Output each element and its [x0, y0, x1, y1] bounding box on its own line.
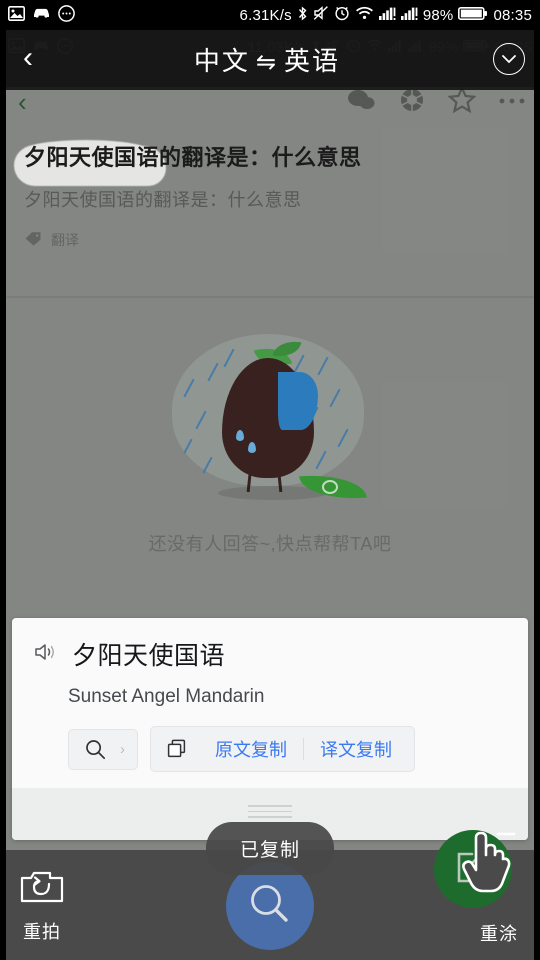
left-bezel: [0, 0, 6, 960]
empty-state-message: 还没有人回答~,快点帮帮TA吧: [148, 534, 392, 554]
divider: [0, 296, 540, 298]
translated-text: Sunset Angel Mandarin: [68, 686, 265, 707]
repaint-label-wrap[interactable]: 重涂: [480, 920, 518, 946]
card-action-row: › 原文复制 译文复制: [68, 726, 506, 772]
back-button[interactable]: ‹: [0, 43, 56, 75]
translate-header: ‹ 中文 ⇋ 英语: [0, 28, 540, 90]
translation-card: 夕阳天使国语 Sunset Angel Mandarin › 原文复制 译文复制: [12, 618, 528, 840]
phone-screen: 11.03K/s: [0, 0, 540, 960]
battery-icon: [458, 6, 488, 25]
wifi-icon: [355, 6, 374, 24]
toast-message: 已复制: [205, 822, 335, 875]
chevron-down-icon[interactable]: [493, 43, 525, 75]
copy-button-group: 原文复制 译文复制: [150, 726, 415, 772]
alarm-icon: [334, 5, 350, 25]
chat-bubble-icon: [58, 4, 75, 26]
repaint-label: 重涂: [480, 924, 518, 944]
right-bezel: [534, 0, 540, 960]
system-status-bar: 6.31K/s 98% 08:35: [0, 0, 540, 30]
pointing-hand-cursor: [458, 825, 516, 902]
article-subtitle: 夕阳天使国语的翻译是：什么意思: [24, 190, 302, 210]
bluetooth-icon: [297, 5, 308, 26]
article-tag-row[interactable]: 翻译: [24, 230, 540, 250]
star-icon[interactable]: [447, 84, 477, 119]
language-pair-title[interactable]: 中文 ⇋ 英语: [56, 41, 478, 78]
clock: 08:35: [493, 6, 532, 24]
source-text: 夕阳天使国语: [72, 642, 226, 670]
image-icon: [8, 5, 25, 25]
page-title: 夕阳天使国语的翻译是：什么意思: [24, 145, 362, 170]
empty-state: 还没有人回答~,快点帮帮TA吧: [0, 326, 540, 556]
source-language-label[interactable]: 中文: [194, 46, 250, 76]
copy-translation-button[interactable]: 译文复制: [304, 736, 408, 762]
tag-label: 翻译: [51, 232, 79, 248]
chevron-right-icon: ›: [120, 740, 125, 758]
sad-egg-in-rain-illustration: [160, 326, 380, 516]
retake-button[interactable]: 重拍: [20, 869, 64, 944]
signal-1-icon: [378, 6, 396, 24]
battery-percent: 98%: [422, 6, 454, 24]
search-icon: [247, 881, 293, 932]
more-icon[interactable]: [498, 93, 526, 111]
article-block: 夕阳天使国语的翻译是：什么意思 夕阳天使国语的翻译是：什么意思 翻译: [0, 126, 540, 298]
comment-icon[interactable]: [346, 87, 376, 118]
camera-retake-icon: [20, 869, 64, 910]
car-icon: [32, 6, 51, 24]
copy-source-button[interactable]: 原文复制: [199, 736, 303, 762]
target-language-label[interactable]: 英语: [284, 46, 340, 76]
network-speed: 6.31K/s: [239, 6, 292, 24]
collapse-button[interactable]: [478, 43, 540, 75]
search-icon: [85, 739, 106, 760]
swap-languages-icon[interactable]: ⇋: [250, 49, 284, 76]
mute-icon: [313, 5, 329, 25]
tag-icon: [24, 231, 42, 250]
copy-icon[interactable]: [167, 739, 187, 759]
signal-2-icon: [400, 6, 418, 24]
refresh-icon[interactable]: [398, 86, 426, 119]
chevron-left-icon[interactable]: ‹: [18, 89, 27, 115]
speaker-icon[interactable]: [34, 642, 58, 666]
retake-label: 重拍: [23, 922, 61, 942]
search-fab-button[interactable]: [226, 862, 314, 950]
search-button[interactable]: ›: [68, 728, 138, 770]
